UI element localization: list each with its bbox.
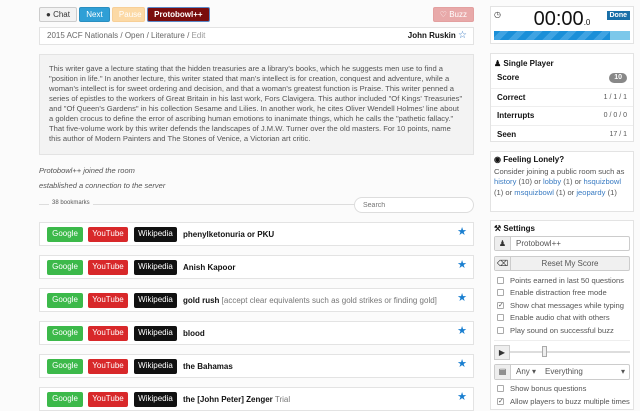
- setting-checkbox[interactable]: Enable distraction free mode: [491, 287, 633, 300]
- bookmark-item: Google YouTube Wikipedia blood ★: [39, 321, 474, 345]
- bookmark-answer: the Bahamas: [183, 362, 233, 371]
- user-icon: ♟: [494, 59, 502, 68]
- youtube-button[interactable]: YouTube: [88, 260, 128, 275]
- bookmark-item: Google YouTube Wikipedia the [John Peter] Z…: [39, 387, 474, 411]
- checkbox[interactable]: ✓: [497, 301, 504, 309]
- star-icon[interactable]: ★: [457, 258, 467, 271]
- bookmark-item: Google YouTube Wikipedia Anish Kapoor ★: [39, 255, 474, 279]
- speed-slider[interactable]: [510, 346, 630, 357]
- name-input[interactable]: Protobowl++: [511, 237, 561, 250]
- pause-button[interactable]: Pause: [111, 7, 145, 22]
- globe-icon: ◉: [494, 155, 501, 164]
- google-button[interactable]: Google: [47, 359, 83, 374]
- checkbox[interactable]: [497, 289, 504, 297]
- setting-checkbox[interactable]: Enable audio chat with others: [491, 312, 633, 325]
- wikipedia-button[interactable]: Wikipedia: [134, 359, 177, 374]
- youtube-button[interactable]: YouTube: [88, 293, 128, 308]
- star-icon[interactable]: ★: [457, 390, 467, 403]
- bookmark-answer: blood: [183, 329, 205, 338]
- bookmark-answer: phenylketonuria or PKU: [183, 230, 275, 239]
- log-message: Protobowl++ joined the room: [39, 166, 135, 175]
- room-link[interactable]: jeopardy: [576, 188, 605, 197]
- breadcrumb: 2015 ACF Nationals / Open / Literature /…: [39, 27, 474, 45]
- room-link[interactable]: history: [494, 177, 516, 186]
- done-button[interactable]: Done: [606, 11, 630, 20]
- log-message: established a connection to the server: [39, 181, 166, 190]
- star-icon[interactable]: ★: [457, 291, 467, 304]
- star-icon[interactable]: ★: [457, 225, 467, 238]
- trash-icon: ⌫: [495, 257, 511, 270]
- chat-icon: ●: [46, 10, 51, 19]
- youtube-button[interactable]: YouTube: [88, 227, 128, 242]
- timer-panel: ◷ 00:00.0 Done: [490, 6, 634, 44]
- google-button[interactable]: Google: [47, 326, 83, 341]
- lonely-panel: ◉ Feeling Lonely? Consider joining a pub…: [490, 151, 634, 212]
- checkbox[interactable]: [497, 385, 504, 393]
- bookmark-answer: Anish Kapoor: [183, 263, 236, 272]
- star-outline-icon[interactable]: ☆: [458, 30, 467, 41]
- setting-checkbox[interactable]: ✓ Show chat messages while typing: [491, 299, 633, 312]
- youtube-button[interactable]: YouTube: [88, 326, 128, 341]
- google-button[interactable]: Google: [47, 260, 83, 275]
- room-link[interactable]: lobby: [543, 177, 561, 186]
- room-link[interactable]: hsquizbowl: [584, 177, 622, 186]
- checkbox[interactable]: ✓: [497, 397, 504, 405]
- category-select[interactable]: Any ▾: [511, 365, 541, 379]
- bookmark-search-input[interactable]: [354, 197, 474, 213]
- google-button[interactable]: Google: [47, 227, 83, 242]
- star-icon[interactable]: ★: [457, 324, 467, 337]
- wikipedia-button[interactable]: Wikipedia: [134, 260, 177, 275]
- google-button[interactable]: Google: [47, 293, 83, 308]
- score-badge: 10: [609, 73, 627, 83]
- question-text: This writer gave a lecture stating that …: [39, 54, 474, 155]
- timer-progress-bar: [494, 31, 630, 40]
- setting-checkbox[interactable]: Points earned in last 50 questions: [491, 274, 633, 287]
- edit-link[interactable]: Edit: [192, 31, 206, 40]
- next-button[interactable]: Next: [79, 7, 110, 22]
- bookmark-item: Google YouTube Wikipedia phenylketonuria or…: [39, 222, 474, 246]
- answer-label: John Ruskin ☆: [407, 30, 467, 41]
- briefcase-icon: ▤: [495, 364, 511, 379]
- bookmark-item: Google YouTube Wikipedia gold rush [accept …: [39, 288, 474, 312]
- setting-checkbox[interactable]: Play sound on successful buzz: [491, 324, 633, 337]
- user-icon: ♟: [495, 237, 511, 250]
- player-panel: ♟ Single Player Score 10 Correct 1 / 1 / 1…: [490, 53, 634, 142]
- checkbox[interactable]: [497, 314, 504, 322]
- timer-progress-fill: [494, 31, 610, 40]
- wikipedia-button[interactable]: Wikipedia: [134, 293, 177, 308]
- star-icon[interactable]: ★: [457, 357, 467, 370]
- reset-score-button[interactable]: Reset My Score: [511, 257, 629, 270]
- setting-checkbox[interactable]: Show bonus questions: [491, 383, 633, 396]
- slider-handle[interactable]: [542, 346, 548, 357]
- bookmark-item: Google YouTube Wikipedia the Bahamas ★: [39, 354, 474, 378]
- youtube-button[interactable]: YouTube: [88, 359, 128, 374]
- room-link[interactable]: msquizbowl: [514, 188, 554, 197]
- difficulty-select[interactable]: Everything ▾: [541, 365, 629, 379]
- wrench-icon: ⚒: [494, 224, 502, 233]
- checkbox[interactable]: [497, 276, 504, 284]
- speed-icon: ▶: [494, 344, 510, 360]
- chat-button[interactable]: ● Chat: [39, 7, 77, 22]
- toolbar: ● Chat Next Pause Protobowl++ ♡ Buzz: [39, 7, 474, 22]
- bookmark-count: 38 bookmarks: [49, 200, 93, 206]
- bell-icon: ♡: [439, 10, 447, 19]
- room-button[interactable]: Protobowl++: [147, 7, 210, 22]
- wikipedia-button[interactable]: Wikipedia: [134, 326, 177, 341]
- checkbox[interactable]: [497, 326, 504, 334]
- bookmark-answer: gold rush [accept clear equivalents such…: [183, 296, 437, 305]
- setting-checkbox[interactable]: ✓ Allow players to buzz multiple times: [491, 395, 633, 408]
- settings-panel: ⚒ Settings ♟ Protobowl++ ⌫ Reset My Score …: [490, 220, 634, 410]
- buzz-button[interactable]: ♡ Buzz: [432, 7, 474, 22]
- wikipedia-button[interactable]: Wikipedia: [134, 227, 177, 242]
